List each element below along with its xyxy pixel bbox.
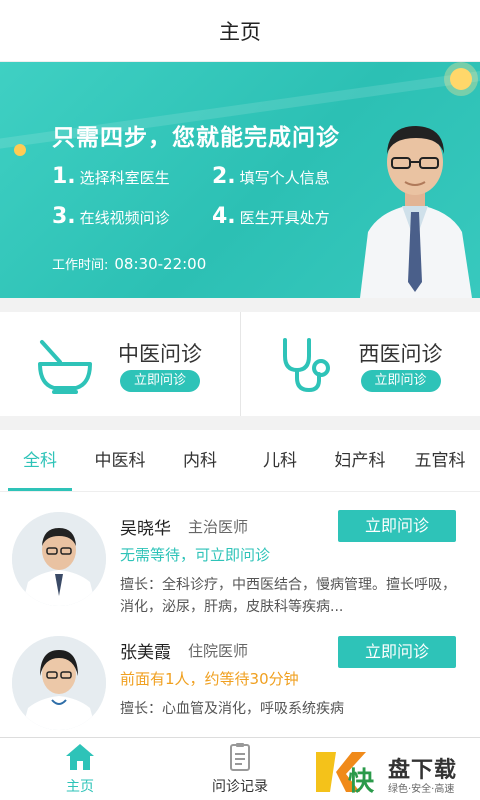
clipboard-icon <box>230 743 250 771</box>
doctor-title: 主治医师 <box>188 518 249 536</box>
tab-obgyn[interactable]: 妇产科 <box>320 430 400 491</box>
promo-banner[interactable]: 只需四步，您就能完成问诊 1. 选择科室医生 2. 填写个人信息 3. 在线视频问诊 … <box>0 62 480 298</box>
banner-step-3: 3. 在线视频问诊 <box>52 204 170 229</box>
watermark-logo: 快 盘下载 绿色·安全·高速 <box>312 744 480 800</box>
nav-records-label: 问诊记录 <box>212 779 268 795</box>
home-icon <box>66 744 94 770</box>
western-consult-button[interactable]: 立即问诊 <box>360 370 441 392</box>
doctor-avatar <box>12 512 106 606</box>
tcm-consult-button[interactable]: 立即问诊 <box>120 370 200 392</box>
doctor-card[interactable]: 吴晓华 主治医师 无需等待，可立即问诊 擅长：全科诊疗，中西医结合，慢病管理。擅… <box>0 504 480 624</box>
tab-ent[interactable]: 五官科 <box>400 430 480 491</box>
tab-tcm[interactable]: 中医科 <box>80 430 160 491</box>
tcm-consult-card[interactable]: 中医问诊 立即问诊 <box>0 312 240 416</box>
western-consult-label: 西医问诊 <box>358 342 443 366</box>
stethoscope-icon <box>282 338 330 393</box>
tab-pediatrics[interactable]: 儿科 <box>240 430 320 491</box>
doctor-avatar <box>12 636 106 730</box>
western-consult-card[interactable]: 西医问诊 立即问诊 <box>239 312 480 416</box>
doctor-title: 住院医师 <box>188 642 249 660</box>
watermark-subtext: 绿色·安全·高速 <box>388 784 455 795</box>
department-tabs: 全科 中医科 内科 儿科 妇产科 五官科 <box>0 430 480 492</box>
banner-doctor-photo <box>360 126 472 298</box>
tcm-consult-label: 中医问诊 <box>118 342 202 366</box>
consult-now-button[interactable]: 立即问诊 <box>338 636 456 668</box>
doctor-status: 前面有1人，约等待30分钟 <box>120 670 299 688</box>
doctor-specialty: 擅长：心血管及消化，呼吸系统疾病 <box>120 701 344 717</box>
banner-step-4: 4. 医生开具处方 <box>212 204 330 229</box>
banner-step-2: 2. 填写个人信息 <box>212 164 330 189</box>
consult-now-button[interactable]: 立即问诊 <box>338 510 456 542</box>
doctor-name: 吴晓华 <box>120 519 171 539</box>
tab-internal[interactable]: 内科 <box>160 430 240 491</box>
doctor-status: 无需等待，可立即问诊 <box>120 546 271 564</box>
banner-working-hours: 工作时间: 08:30-22:00 <box>52 255 207 273</box>
doctor-name: 张美霞 <box>120 643 171 663</box>
nav-home[interactable]: 主页 <box>20 742 140 796</box>
svg-text:快: 快 <box>348 767 375 797</box>
watermark-k-icon: 快 <box>316 752 375 797</box>
tab-general[interactable]: 全科 <box>0 430 80 491</box>
banner-headline: 只需四步，您就能完成问诊 <box>52 125 340 151</box>
page-title: 主页 <box>219 19 261 44</box>
mortar-pestle-icon <box>38 340 92 394</box>
nav-home-label: 主页 <box>66 779 94 795</box>
doctor-card[interactable]: 张美霞 住院医师 前面有1人，约等待30分钟 擅长：心血管及消化，呼吸系统疾病 … <box>0 628 480 748</box>
consult-type-row: 中医问诊 立即问诊 西医问诊 立即问诊 <box>0 312 480 416</box>
banner-sun <box>450 68 472 90</box>
doctor-specialty: 擅长：全科诊疗，中西医结合，慢病管理。擅长呼吸，消化，泌尿，肝病，皮肤科等疾病.… <box>120 577 456 615</box>
banner-step-1: 1. 选择科室医生 <box>52 164 170 189</box>
top-bar: 主页 <box>0 0 480 62</box>
nav-records[interactable]: 问诊记录 <box>180 742 300 796</box>
banner-dot <box>14 144 26 156</box>
doctor-list-panel: 全科 中医科 内科 儿科 妇产科 五官科 吴晓华 主治医师 无需等待，可立即问诊… <box>0 430 480 737</box>
